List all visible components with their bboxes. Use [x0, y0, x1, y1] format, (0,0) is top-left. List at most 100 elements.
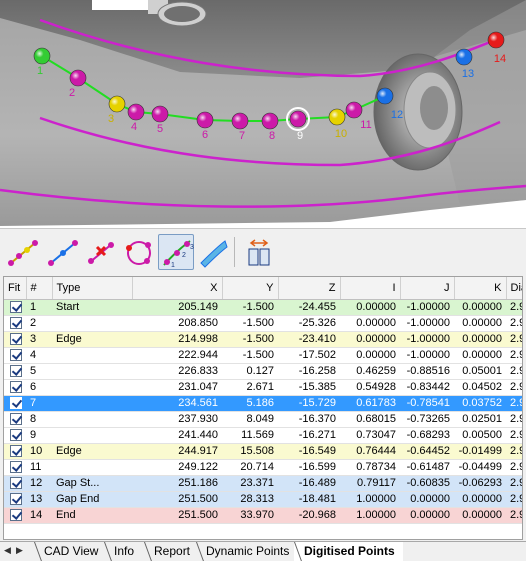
table-row[interactable]: 9 241.440 11.569 -16.271 0.73047 -0.68293 0.00…	[4, 427, 522, 444]
tab-scroll-left-icon[interactable]: ◀	[4, 545, 11, 556]
cell-k: 0.04502	[454, 379, 506, 396]
table-row[interactable]: 14 End 251.500 33.970 -20.968 1.00000 0.00000 0…	[4, 507, 522, 524]
tab-info[interactable]: Info	[104, 542, 142, 561]
svg-text:2: 2	[182, 252, 186, 259]
curve-points-icon[interactable]: 123	[158, 234, 194, 270]
tab-report[interactable]: Report	[144, 542, 198, 561]
col-index[interactable]: #	[26, 277, 53, 300]
fit-checkbox[interactable]	[4, 315, 26, 332]
table-row[interactable]: 12 Gap St... 251.186 23.371 -16.489 0.79117 -0…	[4, 475, 522, 492]
fit-checkbox[interactable]	[4, 491, 26, 508]
fit-checkbox[interactable]	[4, 395, 26, 412]
point-label: 1	[37, 65, 43, 77]
col-j[interactable]: J	[400, 277, 455, 300]
cell-j: -0.64452	[400, 443, 454, 460]
table-row[interactable]: 7 234.561 5.186 -15.729 0.61783 -0.78541 0.037…	[4, 395, 522, 412]
col-type[interactable]: Type	[52, 277, 133, 300]
cell-y: 23.371	[222, 475, 278, 492]
cell-type: End	[52, 507, 132, 524]
cell-type: Gap End	[52, 491, 132, 508]
cell-index: 5	[26, 363, 52, 380]
cell-y: -1.500	[222, 299, 278, 316]
col-z[interactable]: Z	[278, 277, 341, 300]
cell-z: -16.271	[278, 427, 340, 444]
tab-dynamic-points[interactable]: Dynamic Points	[196, 542, 297, 561]
table-row[interactable]: 10 Edge 244.917 15.508 -16.549 0.76444 -0.6445…	[4, 443, 522, 460]
cell-y: 28.313	[222, 491, 278, 508]
table-row[interactable]: 5 226.833 0.127 -16.258 0.46259 -0.88516 0.050…	[4, 363, 522, 380]
fit-checkbox-icon[interactable]	[10, 317, 22, 330]
col-fit[interactable]: Fit	[4, 277, 27, 300]
col-y[interactable]: Y	[222, 277, 279, 300]
fit-checkbox-icon[interactable]	[10, 461, 22, 474]
fit-checkbox[interactable]	[4, 299, 26, 316]
fit-points-icon[interactable]	[4, 234, 40, 270]
cad-scene[interactable]: 1234 5 6 7 8 9 1011121314	[0, 0, 526, 228]
fit-checkbox-icon[interactable]	[10, 477, 22, 490]
table-row[interactable]: 11 249.122 20.714 -16.599 0.78734 -0.61487 -0.…	[4, 459, 522, 476]
fit-checkbox-icon[interactable]	[10, 509, 22, 522]
cell-y: 2.671	[222, 379, 278, 396]
fit-checkbox-icon[interactable]	[10, 413, 22, 426]
cad-viewport[interactable]: 1 2 3 4 5 6 7 8 9 10 11 12 13 14	[0, 0, 526, 228]
cell-diameter: 2.906	[506, 379, 522, 396]
tab-scroll-right-icon[interactable]: ▶	[16, 545, 23, 556]
table-row[interactable]: 13 Gap End 251.500 28.313 -18.481 1.00000 0.00…	[4, 491, 522, 508]
circle-fit-icon[interactable]	[120, 234, 156, 270]
table-row[interactable]: 8 237.930 8.049 -16.370 0.68015 -0.73265 0.025…	[4, 411, 522, 428]
cell-index: 3	[26, 331, 52, 348]
fit-checkbox[interactable]	[4, 443, 26, 460]
fit-checkbox[interactable]	[4, 331, 26, 348]
tab-cad-view[interactable]: CAD View	[34, 542, 106, 561]
table-row[interactable]: 6 231.047 2.671 -15.385 0.54928 -0.83442 0.045…	[4, 379, 522, 396]
cell-k: -0.01499	[454, 443, 506, 460]
fit-line-icon[interactable]	[44, 234, 80, 270]
fit-checkbox[interactable]	[4, 411, 26, 428]
fit-checkbox[interactable]	[4, 459, 26, 476]
surface-icon[interactable]	[194, 234, 230, 270]
cell-diameter: 2.906	[506, 347, 522, 364]
fit-checkbox-icon[interactable]	[10, 349, 22, 362]
fit-checkbox-icon[interactable]	[10, 365, 22, 378]
fit-checkbox[interactable]	[4, 379, 26, 396]
cell-y: 11.569	[222, 427, 278, 444]
fit-checkbox[interactable]	[4, 507, 26, 524]
swap-columns-icon[interactable]	[240, 234, 276, 270]
col-x[interactable]: X	[132, 277, 223, 300]
cell-type: Edge	[52, 443, 132, 460]
points-table[interactable]: Fit # Type X Y Z I J K Diameter 1Start20…	[3, 276, 523, 540]
cell-j: 0.00000	[400, 491, 454, 508]
fit-checkbox-icon[interactable]	[10, 333, 22, 346]
cell-k: -0.06293	[454, 475, 506, 492]
point-label: 3	[108, 113, 114, 125]
col-diameter[interactable]: Diameter	[506, 277, 522, 300]
table-row[interactable]: 4 222.944 -1.500 -17.502 0.00000 -1.00000 0.00…	[4, 347, 522, 364]
point-label: 7	[239, 130, 245, 142]
table-row[interactable]: 3 Edge 214.998 -1.500 -23.410 0.00000 -1.00000…	[4, 331, 522, 348]
tab-strip: ◀ ▶ CAD View Info Report Dynamic Points …	[0, 541, 526, 561]
table-row[interactable]: 1 Start 205.149 -1.500 -24.455 0.00000 -1.0000…	[4, 299, 522, 316]
delete-point-icon[interactable]	[82, 234, 118, 270]
fit-checkbox-icon[interactable]	[10, 445, 22, 458]
col-i[interactable]: I	[340, 277, 401, 300]
fit-checkbox-icon[interactable]	[10, 381, 22, 394]
table-row[interactable]: 2 208.850 -1.500 -25.326 0.00000 -1.00000 0.00…	[4, 315, 522, 332]
point-label: 9	[297, 130, 303, 142]
fit-checkbox-icon[interactable]	[10, 397, 22, 410]
fit-checkbox-icon[interactable]	[10, 493, 22, 506]
cell-type: Gap St...	[52, 475, 132, 492]
fit-checkbox-icon[interactable]	[10, 301, 22, 314]
fit-checkbox[interactable]	[4, 475, 26, 492]
point-label: 12	[391, 109, 403, 121]
fit-checkbox-icon[interactable]	[10, 429, 22, 442]
fit-checkbox[interactable]	[4, 427, 26, 444]
cell-diameter: 2.906	[506, 475, 522, 492]
fit-checkbox[interactable]	[4, 363, 26, 380]
cell-index: 11	[26, 459, 52, 476]
tab-digitised-points[interactable]: Digitised Points	[294, 542, 403, 561]
point-label: 4	[131, 121, 137, 133]
cell-k: 0.00000	[454, 347, 506, 364]
col-k[interactable]: K	[454, 277, 507, 300]
fit-checkbox[interactable]	[4, 347, 26, 364]
app-window: 1 2 3 4 5 6 7 8 9 10 11 12 13 14 123 Fit…	[0, 0, 526, 561]
